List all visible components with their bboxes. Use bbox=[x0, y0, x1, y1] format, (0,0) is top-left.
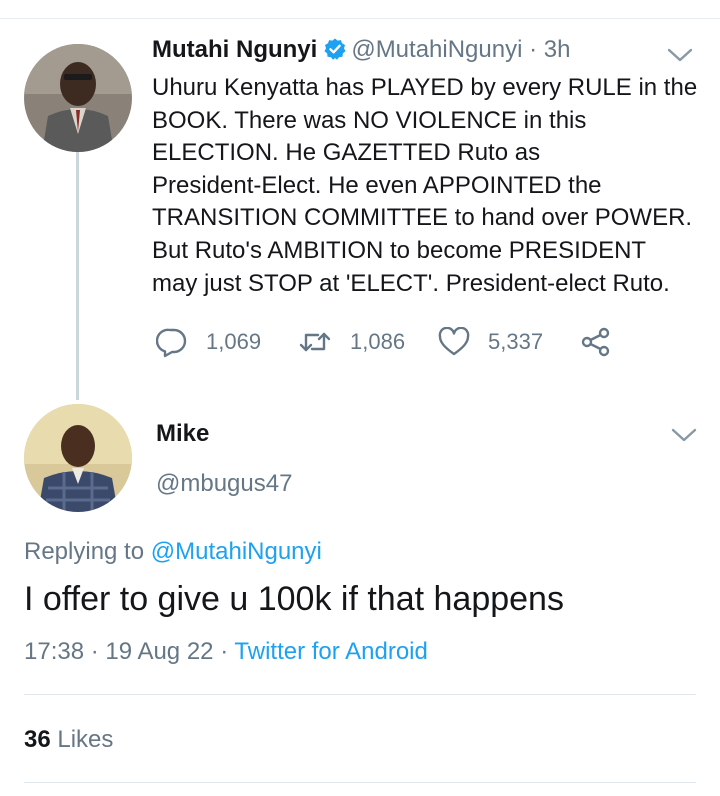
tweet-text-line: BOOK. There was NO VIOLENCE in this bbox=[152, 106, 587, 134]
tweet-text-line: Uhuru Kenyatta has PLAYED by every RULE … bbox=[152, 74, 698, 101]
reply-tweet-text: I offer to give u 100k if that happens bbox=[24, 580, 564, 618]
tweet-source-link[interactable]: Twitter for Android bbox=[234, 638, 427, 665]
divider bbox=[24, 782, 696, 783]
tweet-text-line: TRANSITION COMMITTEE to hand over POWER. bbox=[152, 204, 693, 232]
parent-author-name[interactable]: Mutahi Ngunyi bbox=[152, 36, 317, 63]
reply-author-avatar[interactable] bbox=[24, 404, 132, 512]
parent-tweet-text: Uhuru Kenyatta has PLAYED by every RULE … bbox=[152, 72, 712, 300]
parent-tweet-header: Mutahi Ngunyi @MutahiNgunyi · 3h bbox=[152, 34, 570, 70]
header-separator: · bbox=[529, 36, 538, 63]
retweet-icon bbox=[298, 328, 332, 356]
top-divider bbox=[0, 18, 720, 19]
reply-author-name[interactable]: Mike bbox=[156, 420, 209, 448]
chevron-down-icon[interactable] bbox=[666, 46, 694, 64]
divider bbox=[24, 694, 696, 695]
reply-icon bbox=[156, 326, 188, 358]
tweet-text-line: But Ruto's AMBITION to become PRESIDENT bbox=[152, 236, 647, 264]
meta-separator: · bbox=[220, 638, 229, 665]
replying-to-line: Replying to @MutahiNgunyi bbox=[24, 538, 322, 566]
likes-label: Likes bbox=[57, 726, 114, 753]
reply-count: 1,069 bbox=[206, 329, 262, 354]
reply-author-handle[interactable]: @mbugus47 bbox=[156, 470, 292, 498]
likes-stat[interactable]: 36 Likes bbox=[24, 726, 113, 754]
tweet-text-line: President-Elect. He even APPOINTED the bbox=[152, 171, 602, 199]
meta-separator: · bbox=[90, 638, 99, 665]
chevron-down-icon[interactable] bbox=[670, 426, 698, 444]
like-button[interactable]: 5,337 bbox=[438, 322, 543, 362]
parent-author-handle[interactable]: @MutahiNgunyi bbox=[351, 36, 522, 63]
parent-author-avatar[interactable] bbox=[24, 44, 132, 152]
replying-to-mention[interactable]: @MutahiNgunyi bbox=[151, 538, 322, 565]
retweet-count: 1,086 bbox=[350, 329, 406, 354]
share-button[interactable] bbox=[580, 322, 612, 362]
likes-count: 36 bbox=[24, 726, 51, 753]
tweet-time[interactable]: 17:38 bbox=[24, 638, 84, 665]
tweet-text-line: ELECTION. He GAZETTED Ruto as bbox=[152, 139, 541, 167]
parent-tweet-time[interactable]: 3h bbox=[544, 36, 571, 63]
heart-icon bbox=[438, 327, 470, 357]
verified-badge-icon bbox=[323, 37, 347, 70]
tweet-metadata: 17:38 · 19 Aug 22 · Twitter for Android bbox=[24, 638, 428, 666]
retweet-button[interactable]: 1,086 bbox=[298, 322, 405, 362]
tweet-date[interactable]: 19 Aug 22 bbox=[105, 638, 213, 665]
tweet-text-line: may just STOP at 'ELECT'. President-elec… bbox=[152, 269, 670, 297]
share-icon bbox=[580, 326, 612, 358]
replying-to-label: Replying to bbox=[24, 538, 145, 565]
like-count: 5,337 bbox=[488, 329, 544, 354]
thread-connector-line bbox=[76, 152, 79, 400]
reply-button[interactable]: 1,069 bbox=[156, 322, 261, 362]
